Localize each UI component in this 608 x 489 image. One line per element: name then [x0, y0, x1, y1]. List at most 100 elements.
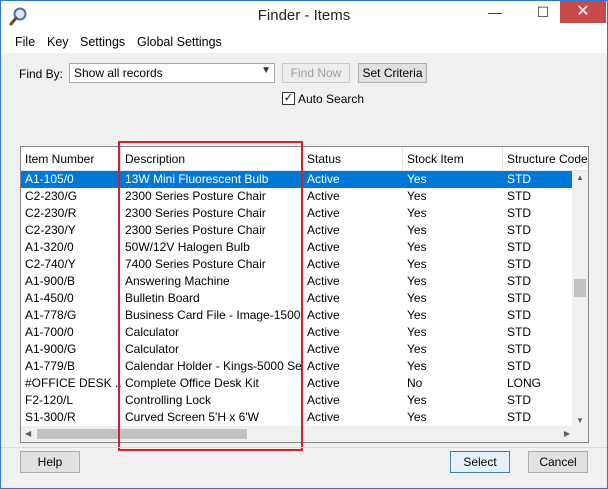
menu-settings[interactable]: Settings	[80, 35, 125, 49]
status-cell: Active	[307, 325, 340, 339]
structure-code-cell: STD	[507, 206, 531, 220]
item-number-cell: A1-779/B	[25, 359, 76, 373]
stock-item-cell: Yes	[407, 342, 427, 356]
table-row[interactable]: #OFFICE DESK ... Complete Office Desk Kit…	[21, 375, 574, 392]
scroll-right-icon[interactable]: ▶	[564, 429, 570, 438]
structure-code-cell: STD	[507, 393, 531, 407]
scrollbar-corner	[572, 426, 588, 442]
select-button[interactable]: Select	[450, 451, 510, 473]
item-number-cell: #OFFICE DESK ...	[25, 376, 121, 390]
title-bar: Finder - Items — ☐ ✕	[1, 1, 607, 31]
stock-item-cell: Yes	[407, 393, 427, 407]
table-row[interactable]: A1-700/0 Calculator Active Yes STD	[21, 324, 574, 341]
find-by-label: Find By:	[19, 67, 64, 81]
status-cell: Active	[307, 172, 340, 186]
table-row[interactable]: C2-230/Y 2300 Series Posture Chair Active Y…	[21, 222, 574, 239]
table-row[interactable]: A1-320/0 50W/12V Halogen Bulb Active Yes STD	[21, 239, 574, 256]
stock-item-cell: Yes	[407, 257, 427, 271]
window-title: Finder - Items	[257, 7, 351, 24]
description-cell: Bulletin Board	[125, 291, 200, 305]
horizontal-scrollbar[interactable]: ◀ ▶	[21, 426, 574, 442]
description-cell: 2300 Series Posture Chair	[125, 189, 266, 203]
footer-divider	[1, 447, 607, 448]
auto-search-checkbox[interactable]: ✓	[282, 92, 295, 105]
description-cell: Complete Office Desk Kit	[125, 376, 259, 390]
table-row[interactable]: F2-120/L Controlling Lock Active Yes STD	[21, 392, 574, 409]
description-cell: Calculator	[125, 342, 180, 356]
status-cell: Active	[307, 291, 340, 305]
table-row[interactable]: C2-230/G 2300 Series Posture Chair Active Y…	[21, 188, 574, 205]
status-cell: Active	[307, 308, 340, 322]
table-row[interactable]: A1-105/0 13W Mini Fluorescent Bulb Active Y…	[21, 171, 574, 188]
description-cell: 2300 Series Posture Chair	[125, 223, 266, 237]
description-cell: Calculator	[125, 325, 180, 339]
status-cell: Active	[307, 206, 340, 220]
structure-code-cell: LONG	[507, 376, 542, 390]
status-cell: Active	[307, 274, 340, 288]
menu-global-settings[interactable]: Global Settings	[137, 35, 222, 49]
stock-item-cell: Yes	[407, 325, 427, 339]
maximize-button[interactable]: ☐	[529, 1, 557, 23]
minimize-button[interactable]: —	[481, 1, 509, 23]
status-cell: Active	[307, 359, 340, 373]
table-row[interactable]: C2-740/Y 7400 Series Posture Chair Active Y…	[21, 256, 574, 273]
scroll-down-icon[interactable]: ▼	[576, 416, 584, 425]
structure-code-cell: STD	[507, 240, 531, 254]
structure-code-cell: STD	[507, 359, 531, 373]
column-header-structure-code[interactable]: Structure Code	[503, 147, 588, 171]
item-number-cell: F2-120/L	[25, 393, 74, 407]
stock-item-cell: Yes	[407, 240, 427, 254]
item-number-cell: C2-740/Y	[25, 257, 76, 271]
structure-code-cell: STD	[507, 325, 531, 339]
table-row[interactable]: A1-778/G Business Card File - Image-1500 …	[21, 307, 574, 324]
status-cell: Active	[307, 410, 340, 424]
column-header-stock-item[interactable]: Stock Item	[403, 147, 503, 171]
stock-item-cell: Yes	[407, 189, 427, 203]
table-row[interactable]: A1-450/0 Bulletin Board Active Yes STD	[21, 290, 574, 307]
table-row[interactable]: A1-900/B Answering Machine Active Yes STD	[21, 273, 574, 290]
vertical-scrollbar[interactable]: ▲ ▼	[572, 171, 588, 427]
scroll-left-icon[interactable]: ◀	[25, 429, 31, 438]
item-number-cell: A1-900/B	[25, 274, 76, 288]
structure-code-cell: STD	[507, 410, 531, 424]
table-row[interactable]: S1-300/R Curved Screen 5'H x 6'W Active Yes…	[21, 409, 574, 426]
description-cell: 7400 Series Posture Chair	[125, 257, 266, 271]
find-by-select[interactable]: Show all records ▼	[69, 63, 275, 83]
description-cell: Business Card File - Image-1500 S...	[125, 308, 303, 322]
structure-code-cell: STD	[507, 257, 531, 271]
stock-item-cell: Yes	[407, 308, 427, 322]
stock-item-cell: Yes	[407, 206, 427, 220]
help-button[interactable]: Help	[20, 451, 80, 473]
structure-code-cell: STD	[507, 342, 531, 356]
table-row[interactable]: C2-230/R 2300 Series Posture Chair Active Y…	[21, 205, 574, 222]
set-criteria-button[interactable]: Set Criteria	[358, 63, 427, 83]
find-now-button[interactable]: Find Now	[282, 63, 350, 83]
description-cell: 13W Mini Fluorescent Bulb	[125, 172, 269, 186]
cancel-button[interactable]: Cancel	[528, 451, 588, 473]
description-cell: 2300 Series Posture Chair	[125, 206, 266, 220]
scroll-up-icon[interactable]: ▲	[576, 173, 584, 182]
vertical-scroll-thumb[interactable]	[574, 279, 586, 297]
status-cell: Active	[307, 257, 340, 271]
item-number-cell: A1-778/G	[25, 308, 77, 322]
items-list[interactable]: Item Number Description Status Stock Ite…	[20, 146, 589, 443]
menu-file[interactable]: File	[15, 35, 35, 49]
structure-code-cell: STD	[507, 189, 531, 203]
menu-key[interactable]: Key	[47, 35, 69, 49]
column-header-status[interactable]: Status	[303, 147, 403, 171]
table-row[interactable]: A1-900/G Calculator Active Yes STD	[21, 341, 574, 358]
item-number-cell: C2-230/G	[25, 189, 78, 203]
structure-code-cell: STD	[507, 274, 531, 288]
status-cell: Active	[307, 376, 340, 390]
auto-search-label: Auto Search	[298, 92, 365, 106]
description-cell: Curved Screen 5'H x 6'W	[125, 410, 259, 424]
close-button[interactable]: ✕	[560, 1, 606, 23]
table-row[interactable]: A1-779/B Calendar Holder - Kings-5000 Ser…	[21, 358, 574, 375]
description-cell: Controlling Lock	[125, 393, 212, 407]
item-number-cell: C2-230/Y	[25, 223, 76, 237]
column-header-item-number[interactable]: Item Number	[21, 147, 121, 171]
horizontal-scroll-thumb[interactable]	[37, 429, 247, 439]
item-number-cell: S1-300/R	[25, 410, 76, 424]
structure-code-cell: STD	[507, 172, 531, 186]
column-header-description[interactable]: Description	[121, 147, 303, 171]
